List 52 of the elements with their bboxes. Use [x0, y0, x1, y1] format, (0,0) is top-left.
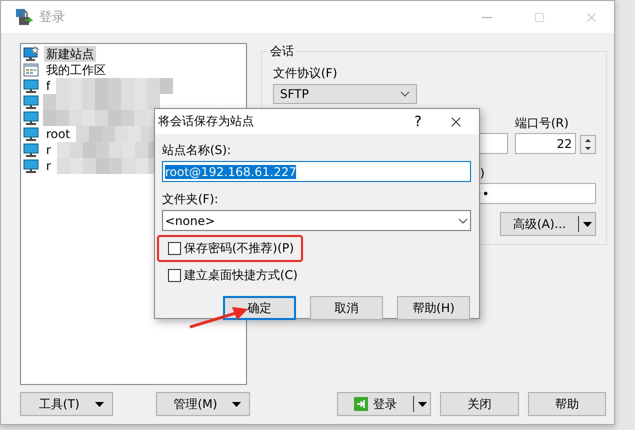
- checkbox[interactable]: 保存密码(不推荐)(P): [168, 240, 301, 257]
- dialog-button[interactable]: 关闭: [440, 392, 519, 416]
- spinner-icon[interactable]: [580, 135, 596, 154]
- login-icon: [354, 397, 368, 411]
- site-item[interactable]: root: [44, 126, 72, 142]
- port-field[interactable]: 22: [515, 133, 576, 154]
- lock-icon: [15, 8, 33, 26]
- checkbox[interactable]: 建立桌面快捷方式(C): [168, 267, 301, 284]
- chevron-icon: [458, 218, 468, 224]
- login-button[interactable]: 登录: [336, 392, 432, 416]
- monitor-star-icon: [23, 46, 39, 62]
- advanced-button[interactable]: 高级(A)...: [500, 212, 596, 236]
- minimize-icon: [482, 16, 492, 18]
- maximize-icon: [534, 12, 544, 22]
- monitor-icon: [23, 126, 39, 142]
- protocol-select[interactable]: SFTP: [273, 84, 417, 104]
- site-name-field[interactable]: root@192.168.61.227: [162, 161, 471, 182]
- window-title: 登录: [39, 9, 66, 26]
- monitor-icon: [23, 158, 39, 174]
- login-label: 登录: [372, 396, 397, 412]
- caret-icon: [232, 402, 241, 406]
- field-label: 文件夹(F):: [162, 192, 220, 206]
- dialog-button[interactable]: 取消: [310, 296, 383, 320]
- field-label: 端口号(R): [515, 116, 570, 130]
- monitor-icon: [23, 142, 39, 158]
- monitor-icon: [23, 94, 39, 110]
- chevron-icon: [400, 91, 410, 97]
- menu-button[interactable]: 管理(M): [156, 392, 250, 416]
- workspace-icon: [23, 62, 39, 78]
- group-title: 会话: [269, 43, 295, 60]
- site-item[interactable]: r: [44, 142, 53, 158]
- field-label: 文件协议(F): [273, 66, 338, 80]
- caret-icon: [95, 402, 104, 406]
- help-button[interactable]: ?: [403, 109, 433, 134]
- folder-select[interactable]: <none>: [162, 210, 471, 231]
- site-item[interactable]: r: [44, 158, 53, 174]
- site-item[interactable]: f: [44, 78, 52, 94]
- caret-icon: [582, 222, 592, 226]
- site-item[interactable]: 我的工作区: [44, 62, 108, 78]
- menu-button-label: 管理(M): [172, 396, 218, 412]
- menu-button[interactable]: 工具(T): [20, 392, 114, 416]
- field-label: ): [479, 166, 486, 180]
- caret-icon: [418, 402, 427, 406]
- site-item[interactable]: 新建站点: [44, 46, 96, 62]
- monitor-icon: [23, 110, 39, 126]
- dialog-button[interactable]: 确定: [223, 296, 296, 320]
- menu-button-label: 工具(T): [38, 396, 81, 412]
- field-label: 站点名称(S):: [162, 143, 232, 157]
- dialog-button[interactable]: 帮助(H): [397, 296, 470, 320]
- dialog-button[interactable]: 帮助: [528, 392, 606, 416]
- monitor-icon: [23, 78, 39, 94]
- dialog-title: 将会话保存为站点: [158, 113, 255, 130]
